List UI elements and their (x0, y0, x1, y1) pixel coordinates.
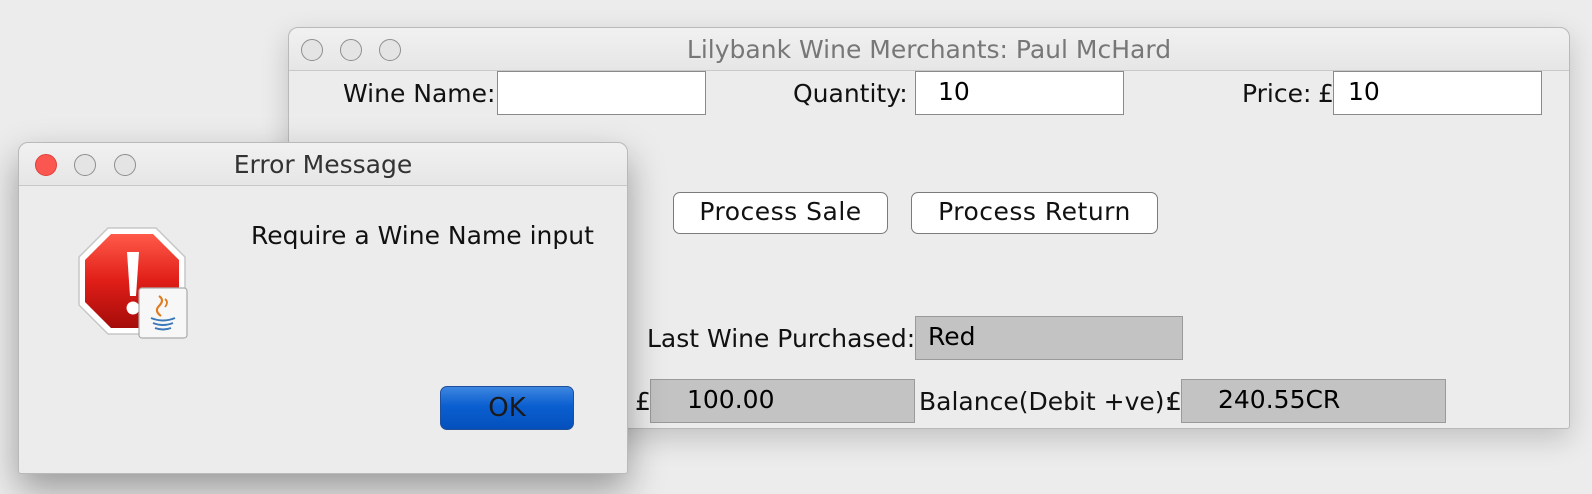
balance-field: 240.55CR (1181, 379, 1446, 423)
error-dialog: Error Message Require a Wine Name input … (18, 142, 628, 474)
price-label: Price: (1242, 79, 1312, 108)
error-message-text: Require a Wine Name input (251, 221, 594, 250)
quantity-input[interactable]: 10 (915, 71, 1124, 115)
dialog-titlebar[interactable]: Error Message (19, 143, 627, 186)
balance-currency: £ (1166, 387, 1182, 416)
window-title: Lilybank Wine Merchants: Paul McHard (686, 35, 1172, 64)
amount-currency: £ (635, 387, 651, 416)
dialog-title: Error Message (233, 150, 413, 179)
last-wine-label: Last Wine Purchased: (647, 324, 916, 353)
ok-button[interactable]: OK (440, 386, 574, 430)
amount-field: 100.00 (650, 379, 915, 423)
main-titlebar[interactable]: Lilybank Wine Merchants: Paul McHard (289, 28, 1569, 71)
quantity-label: Quantity: (793, 79, 908, 108)
last-wine-field: Red (915, 316, 1183, 360)
wine-name-label: Wine Name: (343, 79, 496, 108)
process-return-button[interactable]: Process Return (911, 192, 1158, 234)
price-currency: £ (1318, 79, 1334, 108)
balance-label: Balance(Debit +ve): (919, 387, 1173, 416)
error-java-icon (78, 227, 188, 339)
wine-name-input[interactable] (497, 71, 706, 115)
process-sale-button[interactable]: Process Sale (673, 192, 888, 234)
price-input[interactable]: 10 (1333, 71, 1542, 115)
